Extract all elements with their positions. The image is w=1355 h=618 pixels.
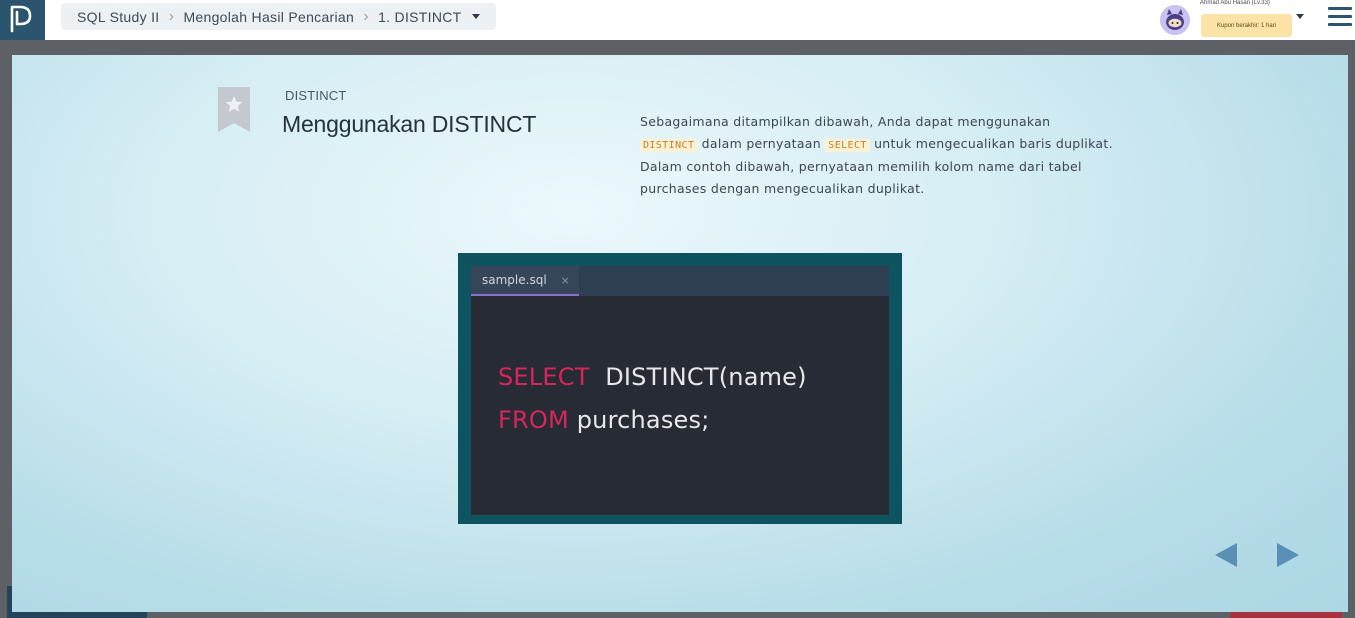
code-content: SELECT DISTINCT(name) FROM purchases; — [498, 356, 807, 442]
progate-logo-icon — [10, 5, 32, 33]
desc-text: dalam pernyataan — [697, 135, 826, 151]
keyword-distinct: DISTINCT — [640, 138, 698, 152]
slide-kicker: DISTINCT — [285, 88, 347, 103]
slide-modal: DISTINCT Menggunakan DISTINCT Sebagaiman… — [12, 55, 1348, 612]
user-name: Ahmad Abu Hasan (Lv.33) — [1200, 0, 1270, 6]
code-keyword: FROM — [498, 406, 569, 434]
editor-tab-name: sample.sql — [482, 273, 547, 287]
top-bar: SQL Study II › Mengolah Hasil Pencarian … — [0, 0, 1355, 40]
code-keyword: SELECT — [498, 363, 590, 391]
coupon-badge: Kupon berakhir: 1 hari — [1201, 14, 1292, 37]
hamburger-menu-icon[interactable] — [1328, 7, 1352, 27]
ninja-cat-avatar-icon[interactable] — [1160, 5, 1190, 35]
code-text: DISTINCT(name) — [589, 363, 807, 391]
editor-tab-bar: sample.sql × — [471, 266, 889, 296]
breadcrumb-chapter[interactable]: Mengolah Hasil Pencarian — [183, 9, 354, 25]
breadcrumb: SQL Study II › Mengolah Hasil Pencarian … — [61, 3, 496, 30]
slide-description: Sebagaimana ditampilkan dibawah, Anda da… — [640, 111, 1120, 199]
breadcrumb-course[interactable]: SQL Study II — [77, 9, 159, 25]
code-window: sample.sql × SELECT DISTINCT(name) FROM … — [458, 253, 902, 524]
breadcrumb-lesson[interactable]: 1. DISTINCT — [378, 9, 461, 25]
code-editor: sample.sql × SELECT DISTINCT(name) FROM … — [471, 266, 889, 515]
arrow-left-icon[interactable] — [1215, 543, 1237, 567]
keyword-select: SELECT — [825, 138, 870, 152]
editor-tab[interactable]: sample.sql × — [471, 266, 579, 296]
star-bookmark-icon — [218, 87, 250, 132]
desc-text: Sebagaimana ditampilkan dibawah, Anda da… — [640, 114, 1051, 129]
user-menu[interactable]: Ahmad Abu Hasan (Lv.33) Kupon berakhir: … — [1158, 0, 1308, 40]
code-text: purchases; — [568, 406, 710, 434]
chevron-down-icon[interactable] — [1296, 14, 1304, 19]
slide-title: Menggunakan DISTINCT — [282, 111, 537, 137]
app-logo[interactable] — [0, 0, 45, 40]
caret-down-icon[interactable] — [471, 14, 480, 19]
close-icon[interactable]: × — [561, 274, 570, 287]
chevron-right-icon: › — [363, 7, 369, 25]
chevron-right-icon: › — [168, 7, 175, 25]
arrow-right-icon[interactable] — [1277, 543, 1299, 567]
